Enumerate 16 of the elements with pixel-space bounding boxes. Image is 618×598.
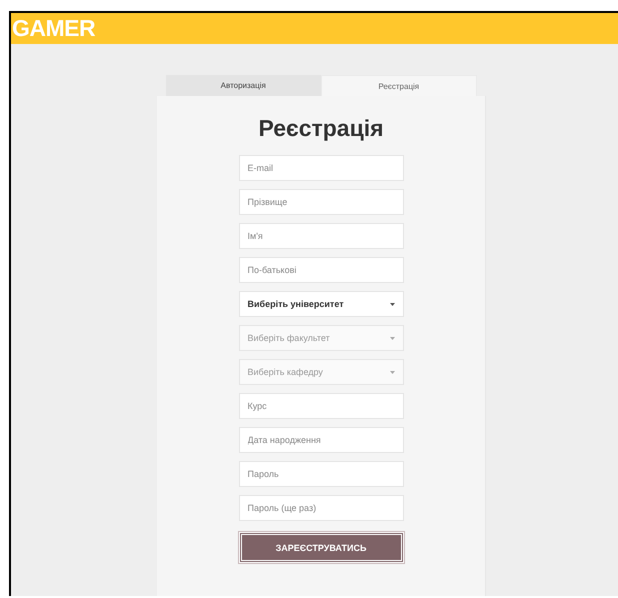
input-field[interactable]: Ім'я: [238, 223, 404, 249]
form-title: Реєстрація: [258, 114, 384, 142]
register-button[interactable]: ЗАРЕЄСТРУВАТИСЬ: [238, 532, 404, 563]
caret-icon: [390, 336, 394, 340]
input-field[interactable]: Пароль: [238, 461, 404, 487]
input-field[interactable]: Дата народження: [238, 427, 404, 453]
caret-icon: [390, 370, 394, 374]
caret-icon: [390, 302, 394, 306]
input-field[interactable]: Прізвище: [238, 189, 404, 215]
input-field[interactable]: По-батькові: [238, 257, 404, 283]
input-field[interactable]: E-mail: [238, 155, 404, 181]
tab[interactable]: Реєстрація: [320, 75, 477, 96]
tab[interactable]: Авторизація: [166, 75, 320, 96]
dropdown[interactable]: Виберіть університет: [238, 291, 404, 317]
input-field[interactable]: Пароль (ще раз): [238, 495, 404, 521]
input-field[interactable]: Курс: [238, 393, 404, 419]
